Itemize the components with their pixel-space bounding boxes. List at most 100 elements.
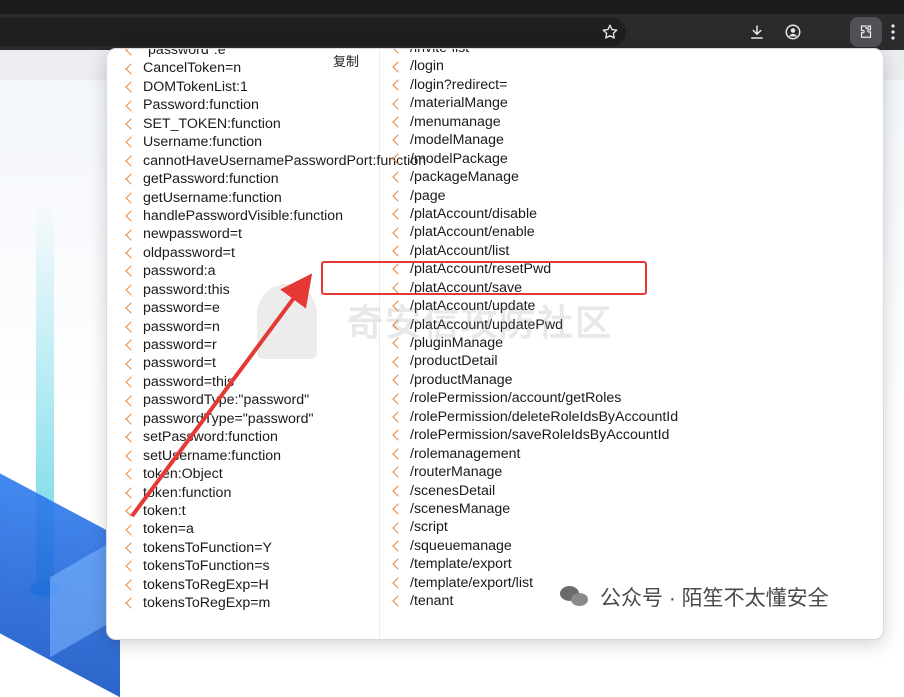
chevron-left-icon [125, 450, 137, 462]
list-item[interactable]: getPassword:function [125, 170, 426, 188]
chevron-left-icon [392, 558, 404, 571]
list-item[interactable]: cannotHaveUsernamePasswordPort:function [125, 152, 426, 170]
list-item-label: /tenant [410, 593, 454, 610]
list-item[interactable]: token:t [125, 502, 426, 520]
chevron-left-icon [392, 595, 404, 608]
list-item[interactable]: /platAccount/list [392, 242, 678, 260]
list-item[interactable]: token=a [125, 520, 426, 538]
list-item[interactable]: /rolePermission/deleteRoleIdsByAccountId [392, 408, 678, 426]
list-item[interactable]: /modelPackage [392, 150, 678, 168]
chevron-left-icon [392, 429, 404, 442]
list-item[interactable]: /menumanage [392, 113, 678, 131]
list-item[interactable]: /template/export [392, 555, 678, 573]
list-item[interactable]: setUsername:function [125, 447, 426, 465]
list-item[interactable]: token:Object [125, 465, 426, 483]
list-item[interactable]: /platAccount/update [392, 297, 678, 315]
list-item[interactable]: setPassword:function [125, 428, 426, 446]
chevron-left-icon [392, 190, 404, 202]
list-item[interactable]: getUsername:function [125, 189, 426, 207]
highlight-box-resetpwd [321, 261, 647, 295]
list-item[interactable]: tokensToFunction=Y [125, 539, 426, 557]
list-item[interactable]: /platAccount/disable [392, 205, 678, 223]
menu-icon[interactable] [886, 22, 900, 42]
chevron-left-icon [125, 413, 137, 425]
list-item[interactable]: Username:function [125, 133, 426, 151]
chevron-left-icon [392, 153, 404, 165]
list-item[interactable]: DOMTokenList:1 [125, 78, 426, 96]
list-item[interactable]: /routerManage [392, 463, 678, 481]
chevron-left-icon [392, 171, 404, 183]
list-item-label: /rolePermission/saveRoleIdsByAccountId [410, 427, 670, 444]
list-item[interactable]: /pluginManage [392, 334, 678, 352]
list-item[interactable]: /modelManage [392, 131, 678, 149]
list-item[interactable]: /productManage [392, 371, 678, 389]
list-item[interactable]: /packageManage [392, 168, 678, 186]
chevron-left-icon [125, 597, 137, 610]
list-item[interactable]: passwordType="password" [125, 410, 426, 428]
list-item[interactable]: /materialMange [392, 94, 678, 112]
list-item-label: password:a [143, 263, 216, 280]
address-bar[interactable] [0, 18, 626, 46]
list-item-label: passwordType="password" [143, 410, 314, 427]
chevron-left-icon [392, 521, 404, 534]
list-item-label: /login?redirect= [410, 76, 508, 93]
list-item[interactable]: tokensToRegExp=H [125, 576, 426, 594]
list-item[interactable]: /page [392, 187, 678, 205]
list-item-label: /rolePermission/account/getRoles [410, 390, 622, 407]
list-item[interactable]: /rolePermission/saveRoleIdsByAccountId [392, 426, 678, 444]
list-item[interactable]: /squeuemanage [392, 537, 678, 555]
chevron-left-icon [392, 374, 404, 386]
list-item[interactable]: "password":e [125, 49, 426, 59]
download-icon[interactable] [747, 22, 767, 42]
chevron-left-icon [392, 355, 404, 368]
bookmark-star-icon[interactable] [600, 22, 620, 42]
list-item-label: /platAccount/updatePwd [410, 316, 564, 333]
list-item[interactable]: CancelToken=n [125, 59, 426, 77]
chevron-left-icon [125, 505, 137, 517]
list-item[interactable]: /platAccount/updatePwd [392, 316, 678, 334]
list-item[interactable]: /invite-list [392, 49, 678, 57]
profile-icon[interactable] [783, 22, 803, 42]
list-item[interactable]: Password:function [125, 96, 426, 114]
list-item-label: /platAccount/enable [410, 224, 535, 241]
chevron-left-icon [125, 136, 137, 149]
list-item[interactable]: token:function [125, 484, 426, 502]
list-item-label: /platAccount/list [410, 242, 510, 259]
list-item[interactable]: newpassword=t [125, 225, 426, 243]
list-item-label: cannotHaveUsernamePasswordPort:function [143, 152, 427, 169]
chevron-left-icon [392, 134, 404, 147]
list-item[interactable]: SET_TOKEN:function [125, 115, 426, 133]
list-item[interactable]: passwordType:"password" [125, 391, 426, 409]
list-item-label: token:function [143, 484, 232, 501]
list-item-label: password=r [143, 337, 217, 353]
chevron-left-icon [125, 431, 137, 444]
chevron-left-icon [392, 503, 404, 515]
list-item[interactable]: password=this [125, 373, 426, 391]
list-item-label: /login [410, 58, 444, 75]
list-item-label: SET_TOKEN:function [143, 115, 281, 132]
list-item-label: /platAccount/disable [410, 205, 537, 222]
list-item-label: CancelToken=n [143, 60, 242, 77]
list-item[interactable]: tokensToFunction=s [125, 557, 426, 575]
list-item[interactable]: /scenesManage [392, 500, 678, 518]
list-item[interactable]: /login [392, 57, 678, 75]
list-item[interactable]: /scenesDetail [392, 482, 678, 500]
list-item-label: handlePasswordVisible:function [143, 207, 344, 224]
list-item[interactable]: /login?redirect= [392, 76, 678, 94]
copy-button[interactable]: 复制 [333, 51, 359, 70]
list-item[interactable]: /productDetail [392, 352, 678, 370]
chevron-left-icon [392, 49, 404, 54]
list-item[interactable]: /rolemanagement [392, 445, 678, 463]
list-item[interactable]: tokensToRegExp=m [125, 594, 426, 612]
list-item[interactable]: oldpassword=t [125, 244, 426, 262]
list-item-label: token=a [143, 521, 194, 538]
list-item[interactable]: /platAccount/enable [392, 223, 678, 241]
chevron-left-icon [392, 319, 404, 331]
list-item[interactable]: handlePasswordVisible:function [125, 207, 426, 225]
list-item[interactable]: /rolePermission/account/getRoles [392, 389, 678, 407]
list-item-label: token:t [143, 502, 186, 519]
chevron-left-icon [125, 339, 137, 351]
list-item-label: password:this [143, 281, 230, 298]
list-item[interactable]: /script [392, 518, 678, 536]
list-item-label: /menumanage [410, 113, 501, 130]
